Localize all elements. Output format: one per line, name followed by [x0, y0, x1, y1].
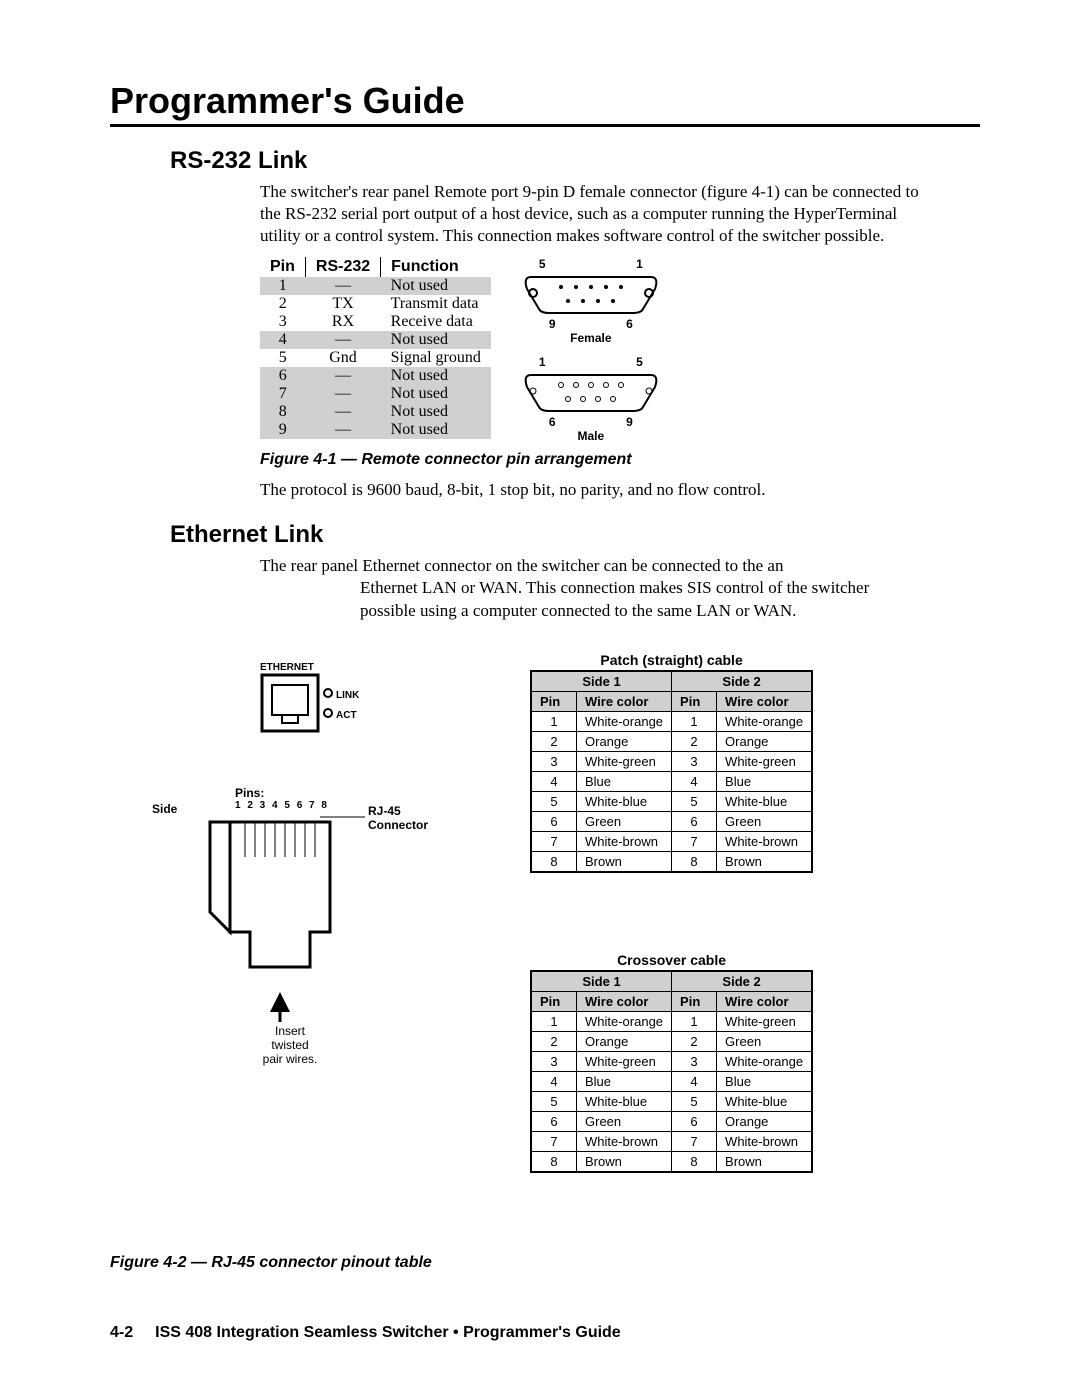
section-rs232-title: RS-232 Link: [170, 147, 980, 175]
rj45-conn-label1: RJ-45: [368, 804, 401, 818]
wire-row: 5White-blue5White-blue: [531, 1091, 812, 1111]
rs232-row: 7—Not used: [260, 385, 491, 403]
rj45-pin-numbers: 1 2 3 4 5 6 7 8: [235, 800, 329, 811]
wire-row: 7White-brown7White-brown: [531, 1131, 812, 1151]
patch-caption: Patch (straight) cable: [530, 652, 813, 670]
act-led-label: ACT: [336, 710, 357, 721]
wire-row: 7White-brown7White-brown: [531, 831, 812, 851]
wire-row: 3White-green3White-green: [531, 751, 812, 771]
ethernet-intro-line1: The rear panel Ethernet connector on the…: [260, 555, 940, 577]
wire-row: 8Brown8Brown: [531, 851, 812, 872]
cross-side2: Side 2: [672, 971, 813, 992]
wire-row: 3White-green3White-orange: [531, 1051, 812, 1071]
female-pin5: 5: [539, 257, 546, 271]
male-pin1: 1: [539, 355, 546, 369]
male-pin9: 9: [626, 415, 633, 429]
rs232-row: 5GndSignal ground: [260, 349, 491, 367]
rs232-row: 9—Not used: [260, 421, 491, 439]
ethernet-intro-line2: Ethernet LAN or WAN. This connection mak…: [360, 577, 920, 621]
wire-row: 8Brown8Brown: [531, 1151, 812, 1172]
cross-wc2-hdr: Wire color: [717, 991, 813, 1011]
footer-title: ISS 408 Integration Seamless Switcher • …: [155, 1324, 621, 1341]
wire-row: 4Blue4Blue: [531, 1071, 812, 1091]
rs232-pin-table: Pin RS-232 Function 1—Not used2TXTransmi…: [260, 257, 491, 439]
wire-row: 6Green6Orange: [531, 1111, 812, 1131]
patch-pin2-hdr: Pin: [672, 691, 717, 711]
rj45-side-label: Side: [152, 802, 177, 816]
wire-row: 6Green6Green: [531, 811, 812, 831]
link-led-label: LINK: [336, 690, 359, 701]
col-rs232: RS-232: [305, 257, 380, 277]
rs232-row: 1—Not used: [260, 277, 491, 295]
wire-row: 4Blue4Blue: [531, 771, 812, 791]
db9-connectors: 5 1 9 6 Female 1 5: [521, 257, 661, 443]
wire-row: 5White-blue5White-blue: [531, 791, 812, 811]
rs232-intro: The switcher's rear panel Remote port 9-…: [260, 181, 940, 247]
rs232-row: 6—Not used: [260, 367, 491, 385]
wire-row: 1White-orange1White-green: [531, 1011, 812, 1031]
patch-side1: Side 1: [531, 671, 672, 692]
patch-wc2-hdr: Wire color: [717, 691, 813, 711]
rs232-row: 4—Not used: [260, 331, 491, 349]
female-label: Female: [521, 331, 661, 345]
cross-side1: Side 1: [531, 971, 672, 992]
cross-pin1-hdr: Pin: [531, 991, 577, 1011]
cross-pin2-hdr: Pin: [672, 991, 717, 1011]
rs232-protocol: The protocol is 9600 baud, 8-bit, 1 stop…: [260, 479, 940, 501]
female-pin9: 9: [549, 317, 556, 331]
patch-side2: Side 2: [672, 671, 813, 692]
ethernet-jack-icon: [260, 673, 340, 733]
patch-wc1-hdr: Wire color: [577, 691, 672, 711]
insert-label3: pair wires.: [260, 1052, 320, 1066]
ethernet-port-label: ETHERNET: [260, 662, 350, 673]
rs232-row: 3RXReceive data: [260, 313, 491, 331]
female-pin6: 6: [626, 317, 633, 331]
female-pin1: 1: [636, 257, 643, 271]
wire-row: 2Orange2Green: [531, 1031, 812, 1051]
section-ethernet-title: Ethernet Link: [170, 521, 980, 549]
insert-label2: twisted: [260, 1038, 320, 1052]
male-label: Male: [521, 429, 661, 443]
figure-4-2-caption: Figure 4-2 — RJ-45 connector pinout tabl…: [110, 1254, 432, 1272]
page-number: 4-2: [110, 1324, 133, 1341]
insert-label1: Insert: [260, 1024, 320, 1038]
rs232-row: 2TXTransmit data: [260, 295, 491, 313]
ethernet-port-diagram: ETHERNET LINK ACT: [260, 662, 350, 736]
page-footer: 4-2 ISS 408 Integration Seamless Switche…: [110, 1324, 621, 1342]
rj45-pins-label: Pins:: [235, 786, 264, 800]
patch-cable-table: Patch (straight) cable Side 1 Side 2 Pin…: [530, 652, 813, 873]
patch-pin1-hdr: Pin: [531, 691, 577, 711]
male-pin5: 5: [636, 355, 643, 369]
db9-male-icon: [521, 369, 661, 415]
col-function: Function: [381, 257, 491, 277]
rj45-conn-label2: Connector: [368, 818, 428, 832]
rj45-connector-diagram: Side Pins: 1 2 3 4 5 6 7 8 RJ-45 Connect…: [150, 782, 510, 1045]
wire-row: 2Orange2Orange: [531, 731, 812, 751]
rs232-row: 8—Not used: [260, 403, 491, 421]
cross-caption: Crossover cable: [530, 952, 813, 970]
crossover-cable-table: Crossover cable Side 1 Side 2 Pin Wire c…: [530, 952, 813, 1173]
col-pin: Pin: [260, 257, 305, 277]
db9-female-icon: [521, 271, 661, 317]
cross-wc1-hdr: Wire color: [577, 991, 672, 1011]
wire-row: 1White-orange1White-orange: [531, 711, 812, 731]
figure-4-1-caption: Figure 4-1 — Remote connector pin arrang…: [260, 451, 980, 469]
male-pin6: 6: [549, 415, 556, 429]
page-title: Programmer's Guide: [110, 80, 980, 127]
